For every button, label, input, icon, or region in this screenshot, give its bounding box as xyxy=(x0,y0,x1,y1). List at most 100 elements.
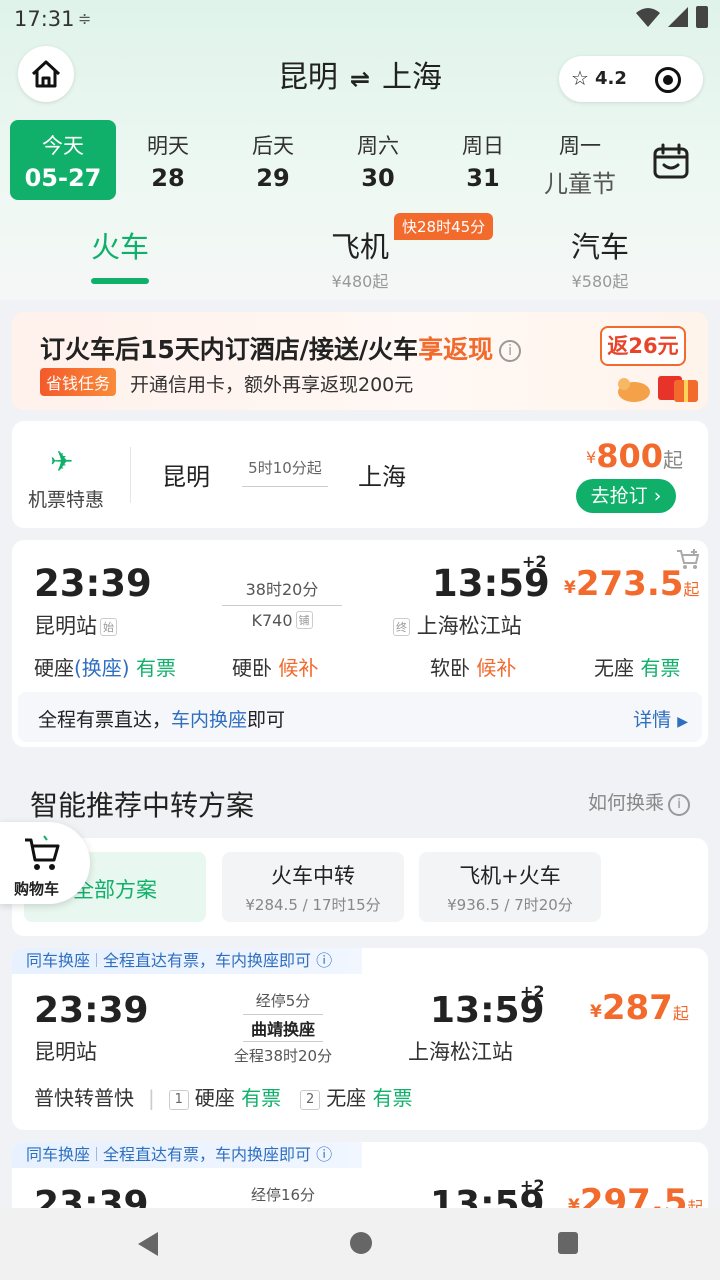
transfer-ribbon: 同车换座 全程直达有票，车内换座即可 ⓘ xyxy=(12,948,363,974)
cashback-banner[interactable]: 订火车后15天内订酒店/接送/火车享返现 i 省钱任务 开通信用卡，额外再享返现2… xyxy=(12,312,708,410)
flight-to: 上海 xyxy=(358,463,406,491)
seat-name: 无座 xyxy=(594,656,634,680)
route-title[interactable]: 昆明 ⇌ 上海 xyxy=(220,52,500,96)
calendar-icon[interactable] xyxy=(652,142,690,180)
date-tab[interactable]: 后天 29 xyxy=(220,120,326,200)
plane-icon: ✈ xyxy=(50,445,74,478)
add-cart-icon[interactable] xyxy=(676,548,700,570)
transfer-filters: 全部方案 火车中转 ¥284.5 / 17时15分 飞机+火车 ¥936.5 / 7… xyxy=(12,838,708,936)
back-icon[interactable] xyxy=(138,1232,158,1256)
tab-price: ¥480起 xyxy=(331,272,389,291)
ribbon-desc: 全程直达有票，车内换座即可 ⓘ xyxy=(103,1145,333,1164)
home-button[interactable] xyxy=(18,46,74,102)
train-duration: 38时20分 K740 铺 xyxy=(222,576,342,630)
seat-no-seat[interactable]: 无座 有票 xyxy=(594,652,680,681)
gift-illustration-icon xyxy=(618,376,698,402)
train-card[interactable]: 23:39 昆明站始 38时20分 K740 铺 13:59 +2 终 上海松江站… xyxy=(12,540,708,747)
day-offset: +2 xyxy=(520,1176,545,1195)
date-tab-today[interactable]: 今天 05-27 xyxy=(10,120,116,200)
date-tab[interactable]: 周日 31 xyxy=(430,120,536,200)
tab-flight[interactable]: 飞机 ¥480起 xyxy=(320,224,400,292)
duration-text: 38时20分 xyxy=(245,580,319,599)
seat-name: 硬座 xyxy=(34,656,74,680)
price-value: 287 xyxy=(601,988,673,1028)
transfer-info: 经停16分 xyxy=(218,1184,348,1205)
tab-train[interactable]: 火车 xyxy=(90,224,150,284)
seat-name: 硬卧 xyxy=(232,656,272,680)
date-weekday: 周一 xyxy=(559,134,601,158)
home-circle-icon[interactable] xyxy=(350,1232,372,1254)
stop-time: 经停16分 xyxy=(250,1186,316,1204)
promo-text: 订火车后15天内订酒店/接送/火车 xyxy=(40,335,419,364)
rating-pill[interactable]: ☆ 4.2 xyxy=(559,56,703,102)
recents-icon[interactable] xyxy=(558,1232,578,1254)
tip-link: 车内换座 xyxy=(171,709,248,731)
swap-icon[interactable]: ⇌ xyxy=(350,65,370,93)
date-day: 儿童节 xyxy=(544,170,616,198)
date-tab[interactable]: 周六 30 xyxy=(325,120,431,200)
departure-time: 23:39 xyxy=(34,562,152,605)
star-icon[interactable]: ☆ xyxy=(571,66,589,90)
train-price: ¥273.5起 xyxy=(564,564,699,604)
cart-label: 购物车 xyxy=(14,880,60,898)
flight-deal-label: 机票特惠 xyxy=(28,489,105,511)
seat-hard-sleeper[interactable]: 硬卧 候补 xyxy=(232,652,318,681)
currency: ¥ xyxy=(586,448,597,467)
direct-tip[interactable]: 全程有票直达，车内换座即可 详情 ▶ xyxy=(18,692,702,742)
terminal-tag: 终 xyxy=(393,618,410,636)
section-title: 智能推荐中转方案 xyxy=(30,789,255,822)
signal-icon xyxy=(668,7,688,27)
details-link[interactable]: 详情 ▶ xyxy=(633,705,688,732)
date-tab[interactable]: 明天 28 xyxy=(115,120,221,200)
to-city: 上海 xyxy=(382,60,443,95)
flight-deal-card[interactable]: ✈ 机票特惠 昆明 5时10分起 上海 ¥800起 去抢订 › xyxy=(12,421,708,528)
seat-name: 软卧 xyxy=(430,656,470,680)
date-weekday: 后天 xyxy=(252,134,294,158)
record-icon[interactable] xyxy=(655,67,681,93)
date-day: 28 xyxy=(151,164,185,192)
sleeper-tag: 铺 xyxy=(295,611,313,629)
tab-label: 汽车 xyxy=(570,230,629,264)
currency: ¥ xyxy=(590,1002,602,1022)
segment-number: 1 xyxy=(168,1090,189,1110)
floating-cart-button[interactable]: 购物车 xyxy=(0,822,90,904)
home-icon xyxy=(31,60,61,88)
price-value: 800 xyxy=(596,437,663,475)
how-to-transfer-link[interactable]: 如何换乘 i xyxy=(588,788,690,816)
battery-icon xyxy=(696,6,708,28)
tip-part: 即可 xyxy=(247,709,286,731)
price-suffix: 起 xyxy=(662,448,683,472)
date-day: 30 xyxy=(361,164,395,192)
seat-hard-seat[interactable]: 硬座(换座) 有票 xyxy=(34,652,176,681)
tab-bus[interactable]: 汽车 ¥580起 xyxy=(560,224,640,292)
date-day: 31 xyxy=(466,164,500,192)
currency: ¥ xyxy=(564,578,576,598)
filter-train-transfer[interactable]: 火车中转 ¥284.5 / 17时15分 xyxy=(222,852,404,922)
train-types: 普快转普快 xyxy=(34,1086,134,1110)
info-icon[interactable]: i xyxy=(499,340,522,362)
filter-flight-train[interactable]: 飞机+火车 ¥936.5 / 7时20分 xyxy=(419,852,601,922)
filter-label: 飞机+火车 xyxy=(459,864,561,888)
sim-icon: ≑ xyxy=(78,9,92,28)
grab-ticket-button[interactable]: 去抢订 › xyxy=(576,479,676,513)
day-offset: +2 xyxy=(520,982,545,1001)
ribbon-type: 同车换座 xyxy=(26,1145,91,1164)
tab-price: ¥580起 xyxy=(571,272,629,291)
promo-tag: 省钱任务 xyxy=(40,368,117,396)
transfer-card[interactable]: 同车换座 全程直达有票，车内换座即可 ⓘ 23:39 昆明站 经停5分 曲靖换座 … xyxy=(12,948,708,1130)
seat-status: 有票 xyxy=(241,1086,282,1110)
seat-soft-sleeper[interactable]: 软卧 候补 xyxy=(430,652,516,681)
tab-label: 飞机 xyxy=(330,230,389,264)
faster-badge: 快28时45分 xyxy=(394,213,494,240)
details-label: 详情 xyxy=(633,709,672,731)
promo-highlight: 享返现 xyxy=(418,335,494,364)
departure-time: 23:39 xyxy=(34,990,149,1031)
date-weekday: 明天 xyxy=(147,134,189,158)
promo-title: 订火车后15天内订酒店/接送/火车享返现 i xyxy=(40,330,522,366)
seat-status: 有票 xyxy=(135,656,176,680)
ribbon-desc: 全程直达有票，车内换座即可 ⓘ xyxy=(103,951,333,970)
date-tab[interactable]: 周一 儿童节 xyxy=(535,120,625,200)
departure-station: 昆明站始 xyxy=(34,610,117,640)
origin-tag: 始 xyxy=(100,618,117,636)
flight-price: ¥800起 xyxy=(586,437,683,475)
